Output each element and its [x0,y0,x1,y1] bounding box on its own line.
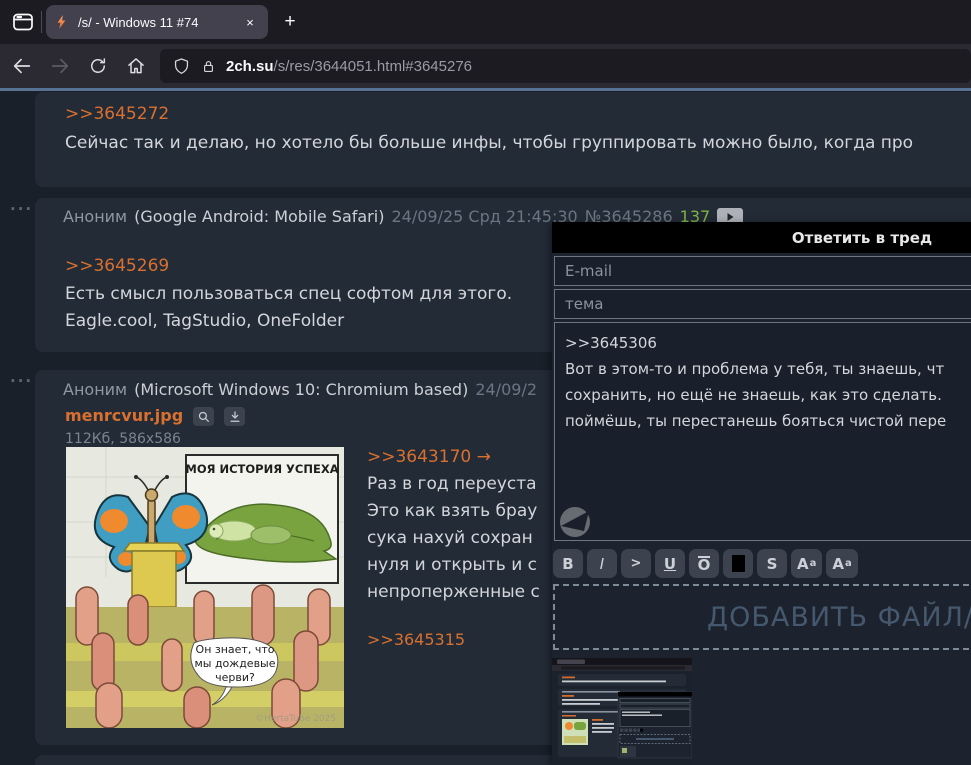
board-mascot-icon [558,505,592,543]
file-download-button[interactable] [224,407,246,426]
post-menu-handle[interactable]: ··· [10,758,33,765]
comic-bubble-line: Он знает, что [196,643,275,656]
reply-form-popup: Ответить в тред >>3645306 Вот в этом-то … [552,222,971,765]
spoiler-swatch [731,555,745,572]
url-bar[interactable]: 2ch.su/s/res/3644051.html#3645276 [160,49,971,83]
home-icon [128,58,144,74]
file-row: menrcvur.jpg [65,406,246,426]
comic-slide-title: МОЯ ИСТОРИЯ УСПЕХА [185,462,338,476]
post-body-line: Eagle.cool, TagStudio, OneFolder [65,311,345,331]
subscript-button[interactable]: Aa [826,549,858,578]
bold-button[interactable]: B [553,549,583,578]
post-image-thumbnail[interactable]: МОЯ ИСТОРИЯ УСПЕХА Он знает, что мы дожд… [66,447,344,729]
comic-watermark: ©HertaTube 2025 [255,714,336,724]
new-tab-button[interactable]: + [276,8,304,36]
back-button[interactable] [6,50,38,82]
post-body-line: нуля и открыть и с [367,555,538,575]
poster-agent: (Microsoft Windows 10: Chromium based) [134,380,469,399]
file-meta: 112Кб, 586x586 [65,431,181,447]
format-toolbar: B I > U O S Aa Aa [553,549,858,578]
attached-screenshot-thumbnail [552,658,693,765]
tab-bar: /s/ - Windows 11 #74 × + [0,0,971,44]
post-header: Аноним (Microsoft Windows 10: Chromium b… [63,380,537,399]
comic-image: МОЯ ИСТОРИЯ УСПЕХА Он знает, что мы дожд… [66,447,344,729]
email-field[interactable] [554,256,971,286]
tab-close-button[interactable]: × [240,12,260,32]
subject-field[interactable] [554,289,971,319]
add-file-dropzone[interactable]: ДОБАВИТЬ ФАЙЛ/СТ [553,584,971,650]
italic-button[interactable]: I [587,549,617,578]
post-body-line: Это как взять брау [367,501,538,521]
reply-link[interactable]: >>3645269 [65,256,169,276]
file-search-button[interactable] [193,407,215,426]
reply-form-titlebar[interactable]: Ответить в тред [552,222,971,253]
superscript-button[interactable]: Aa [791,549,823,578]
comic-bubble-line: черви? [215,671,255,684]
download-icon [230,410,240,422]
tab-active[interactable]: /s/ - Windows 11 #74 × [46,5,268,39]
home-button[interactable] [120,50,152,82]
lock-icon[interactable] [200,58,217,75]
tracking-shield-icon[interactable] [172,57,191,76]
poster-agent: (Google Android: Mobile Safari) [134,207,385,226]
reload-icon [91,58,106,73]
play-icon [727,212,734,221]
poster-name: Аноним [63,380,128,399]
forward-button[interactable] [44,50,76,82]
tab-title: /s/ - Windows 11 #74 [78,14,199,30]
post-3645276: >>3645272 Сейчас так и делаю, но хотело … [35,92,971,187]
comic-bubble-line: мы дождевые [194,657,275,670]
forward-arrow-icon [51,58,69,74]
reply-link[interactable]: >>3645315 [367,630,465,649]
browser-window: /s/ - Windows 11 #74 × + 2ch.su/s/res/36… [0,0,971,765]
post-body-line: сука нахуй сохран [367,528,533,548]
file-name-link[interactable]: menrcvur.jpg [65,406,183,425]
attached-file-preview[interactable] [552,658,693,765]
reply-form-title: Ответить в тред [791,228,933,247]
poster-name: Аноним [63,207,128,226]
url-path: /s/res/3644051.html#3645276 [273,57,473,75]
firefox-view-button[interactable] [8,7,38,37]
back-arrow-icon [13,58,31,74]
post-body-line: Есть смысл пользоваться спец софтом для … [65,284,513,304]
firefox-view-icon [13,13,33,31]
underline-button[interactable]: U [655,549,685,578]
site-favicon-bolt-icon [57,15,66,29]
post-body-line: непроперженные с [367,582,540,602]
reply-link[interactable]: >>3643170 → [367,447,491,467]
navigation-bar: 2ch.su/s/res/3644051.html#3645276 [0,44,971,88]
reload-button[interactable] [82,50,114,82]
url-text: 2ch.su/s/res/3644051.html#3645276 [226,58,472,75]
url-domain: 2ch.su [226,57,274,75]
unread-divider [0,88,971,91]
post-body-line: Раз в год переуста [367,474,537,494]
overline-button[interactable]: O [689,549,719,578]
spoiler-button[interactable] [723,549,753,578]
tab-separator [41,11,42,33]
post-body: Сейчас так и делаю, но хотело бы больше … [65,133,914,153]
post-menu-handle[interactable]: ··· [10,372,33,390]
quote-button[interactable]: > [621,549,651,578]
post-menu-handle[interactable]: ··· [10,200,33,218]
comment-textarea[interactable]: >>3645306 Вот в этом-то и проблема у теб… [554,322,971,541]
post-date: 24/09/25 Срд 21:45:30 [391,207,578,226]
add-file-label: ДОБАВИТЬ ФАЙЛ/СТ [707,602,971,633]
strike-button[interactable]: S [757,549,787,578]
post-date: 24/09/2 [475,380,538,399]
reply-link[interactable]: >>3645272 [65,104,169,124]
magnifier-icon [198,411,209,422]
